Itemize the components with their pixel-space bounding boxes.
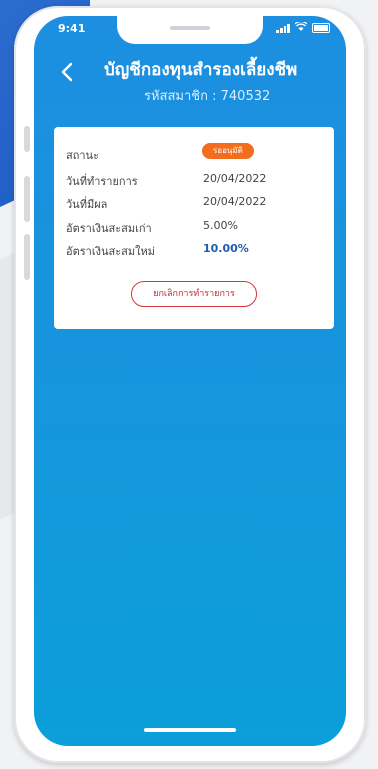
transaction-date-row: วันที่ทำรายการ 20/04/2022 — [66, 172, 316, 190]
status-time: 9:41 — [58, 22, 86, 35]
transaction-card: สถานะ รออนุมัติ วันที่ทำรายการ 20/04/202… — [54, 127, 334, 329]
home-indicator[interactable] — [144, 728, 236, 732]
new-rate-value: 10.00% — [203, 242, 249, 255]
side-button — [24, 176, 30, 222]
transaction-date-value: 20/04/2022 — [203, 172, 267, 185]
page-title: บัญชีกองทุนสำรองเลี้ยงชีพ — [104, 60, 298, 80]
old-rate-row: อัตราเงินสะสมเก่า 5.00% — [66, 219, 316, 237]
cancel-transaction-button[interactable]: ยกเลิกการทำรายการ — [131, 281, 257, 307]
side-button — [24, 234, 30, 280]
new-rate-label: อัตราเงินสะสมใหม่ — [66, 245, 155, 258]
status-icons — [276, 20, 330, 34]
old-rate-value: 5.00% — [203, 219, 238, 232]
battery-icon — [312, 23, 330, 33]
speaker — [170, 26, 210, 30]
status-badge: รออนุมัติ — [202, 143, 254, 159]
app-screen: 9:41 บัญชีกองทุนสำรองเลี้ยงชีพ รหัสสมาชิ… — [34, 16, 346, 746]
new-rate-row: อัตราเงินสะสมใหม่ 10.00% — [66, 242, 316, 260]
effective-date-row: วันที่มีผล 20/04/2022 — [66, 195, 316, 213]
effective-date-label: วันที่มีผล — [66, 198, 108, 211]
signal-icon — [276, 23, 290, 33]
member-id: รหัสสมาชิก : 740532 — [144, 89, 271, 104]
chevron-left-icon[interactable] — [60, 60, 76, 84]
old-rate-label: อัตราเงินสะสมเก่า — [66, 222, 152, 235]
status-label: สถานะ — [66, 149, 99, 162]
wifi-icon — [294, 20, 308, 34]
effective-date-value: 20/04/2022 — [203, 195, 267, 208]
transaction-date-label: วันที่ทำรายการ — [66, 175, 138, 188]
notch — [117, 16, 263, 44]
side-button — [24, 126, 30, 152]
status-row: สถานะ รออนุมัติ — [66, 143, 316, 164]
